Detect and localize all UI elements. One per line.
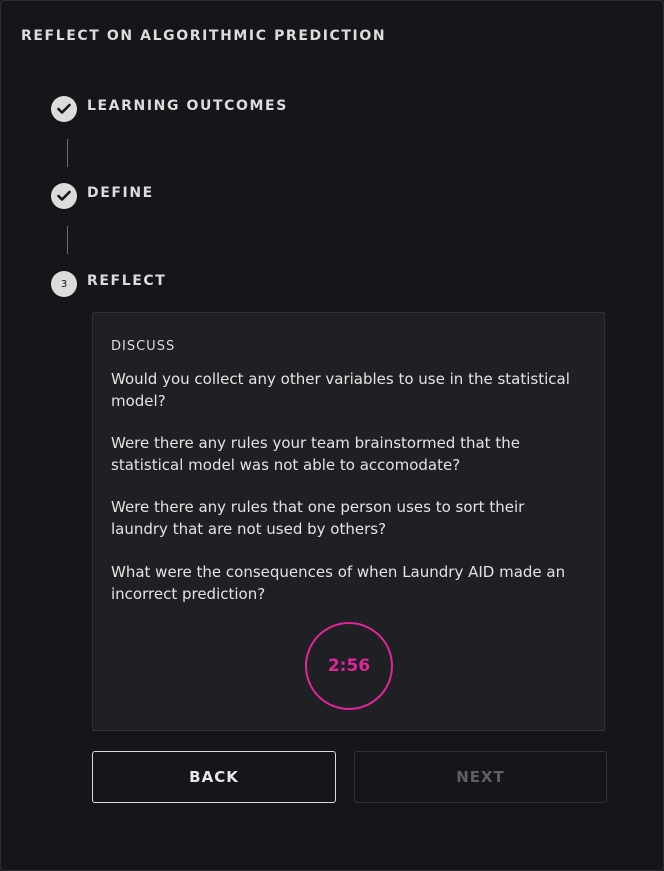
reflect-panel: REFLECT ON ALGORITHMIC PREDICTION LEARNI… [0, 0, 664, 871]
discussion-question: Were there any rules your team brainstor… [111, 434, 520, 474]
check-icon [51, 183, 77, 209]
step-number-badge: 3 [51, 271, 77, 297]
countdown-timer: 2:56 [305, 622, 393, 710]
discussion-question: What were the consequences of when Laund… [111, 563, 566, 603]
step-label: REFLECT [87, 273, 167, 289]
step-label: LEARNING OUTCOMES [87, 98, 288, 114]
discussion-card: DISCUSS Would you collect any other vari… [92, 312, 605, 731]
step-connector [67, 226, 68, 254]
discussion-question: Would you collect any other variables to… [111, 370, 570, 410]
step-number: 3 [60, 278, 68, 290]
discussion-question: Were there any rules that one person use… [111, 498, 525, 538]
back-button[interactable]: BACK [92, 751, 336, 803]
check-icon [51, 96, 77, 122]
step-connector [67, 139, 68, 167]
panel-title: REFLECT ON ALGORITHMIC PREDICTION [21, 28, 387, 44]
step-label: DEFINE [87, 185, 154, 201]
next-button[interactable]: NEXT [354, 751, 607, 803]
discussion-heading: DISCUSS [111, 339, 176, 354]
